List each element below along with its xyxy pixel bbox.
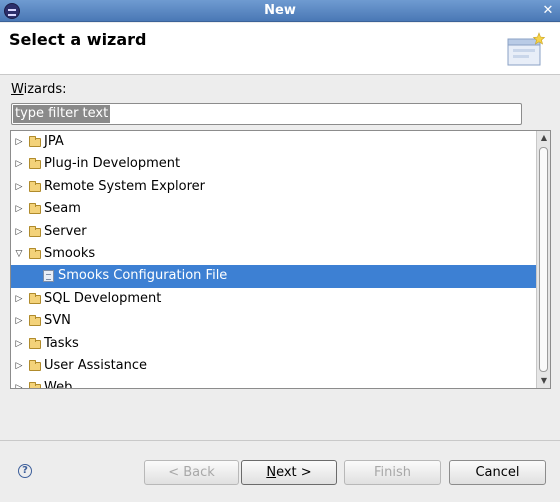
tree-item[interactable]: ▷ SQL Development — [11, 288, 536, 310]
expand-icon[interactable]: ▷ — [13, 221, 25, 243]
page-title: Select a wizard — [9, 30, 147, 49]
tree-item-label: Tasks — [44, 335, 79, 351]
back-button[interactable]: < Back — [144, 460, 239, 485]
close-icon[interactable]: ✕ — [540, 3, 556, 19]
footer-separator — [0, 440, 560, 441]
tree-item[interactable]: ▷ SVN — [11, 310, 536, 332]
tree-item[interactable]: ▷ Seam — [11, 198, 536, 220]
folder-icon — [29, 180, 41, 192]
next-button[interactable]: Next > — [241, 460, 337, 485]
cancel-button[interactable]: Cancel — [449, 460, 546, 485]
filter-text: type filter text — [13, 105, 111, 123]
wizards-label: Wizards: — [11, 82, 67, 97]
expand-icon[interactable]: ▷ — [13, 355, 25, 377]
folder-icon — [29, 337, 41, 349]
tree-item[interactable]: ▷ Plug-in Development — [11, 153, 536, 175]
tree-item[interactable]: Smooks Configuration File — [11, 265, 536, 288]
tree-item[interactable]: ▷ JPA — [11, 131, 536, 153]
file-icon — [43, 270, 54, 283]
tree-rows: ▷ JPA ▷ Plug-in Development ▷ Remote System E… — [11, 131, 536, 389]
folder-icon — [29, 247, 41, 259]
tree-item[interactable]: ▷ Web — [11, 377, 536, 389]
tree-item-label: SQL Development — [44, 290, 162, 306]
tree-item[interactable]: ▽ Smooks — [11, 243, 536, 265]
folder-icon — [29, 225, 41, 237]
tree-item-label: Server — [44, 223, 87, 239]
folder-icon — [29, 315, 41, 327]
scroll-thumb[interactable] — [539, 147, 548, 372]
tree-item-label: Smooks Configuration File — [58, 268, 228, 284]
tree-item-label: Remote System Explorer — [44, 178, 206, 194]
expand-icon[interactable]: ▷ — [13, 198, 25, 220]
title-bar[interactable]: New ✕ — [0, 0, 560, 22]
finish-button[interactable]: Finish — [344, 460, 441, 485]
new-wizard-banner-icon — [507, 32, 546, 66]
tree-item-label: Plug-in Development — [44, 156, 181, 172]
expand-icon[interactable]: ▷ — [13, 131, 25, 153]
new-wizard-dialog: New ✕ Select a wizard Wizards: type filt… — [0, 0, 560, 502]
vertical-scrollbar[interactable]: ▲ ▼ — [536, 131, 550, 388]
tree-item[interactable]: ▷ Tasks — [11, 333, 536, 355]
expand-icon[interactable]: ▷ — [13, 153, 25, 175]
collapse-icon[interactable]: ▽ — [13, 243, 25, 265]
folder-icon — [29, 203, 41, 215]
folder-icon — [29, 359, 41, 371]
expand-icon[interactable]: ▷ — [13, 333, 25, 355]
tree-item-label: Web — [44, 380, 73, 389]
expand-icon[interactable]: ▷ — [13, 176, 25, 198]
tree-item[interactable]: ▷ User Assistance — [11, 355, 536, 377]
wizard-header: Select a wizard — [0, 23, 560, 75]
expand-icon[interactable]: ▷ — [13, 288, 25, 310]
tree-item-label: JPA — [44, 134, 64, 149]
tree-item-label: Seam — [44, 201, 81, 217]
scroll-down-icon[interactable]: ▼ — [537, 374, 550, 388]
tree-item-label: Smooks — [44, 245, 96, 261]
folder-icon — [29, 158, 41, 170]
tree-item-label: SVN — [44, 313, 71, 329]
scroll-up-icon[interactable]: ▲ — [537, 131, 550, 145]
folder-icon — [29, 382, 41, 388]
folder-icon — [29, 292, 41, 304]
help-icon[interactable]: ? — [18, 464, 32, 478]
expand-icon[interactable]: ▷ — [13, 310, 25, 332]
tree-item[interactable]: ▷ Server — [11, 221, 536, 243]
tree-item-label: User Assistance — [44, 357, 148, 373]
window-title: New — [264, 3, 296, 18]
wizard-tree[interactable]: ▷ JPA ▷ Plug-in Development ▷ Remote System E… — [10, 130, 551, 389]
tree-item[interactable]: ▷ Remote System Explorer — [11, 176, 536, 198]
folder-icon — [29, 136, 41, 147]
expand-icon[interactable]: ▷ — [13, 377, 25, 388]
